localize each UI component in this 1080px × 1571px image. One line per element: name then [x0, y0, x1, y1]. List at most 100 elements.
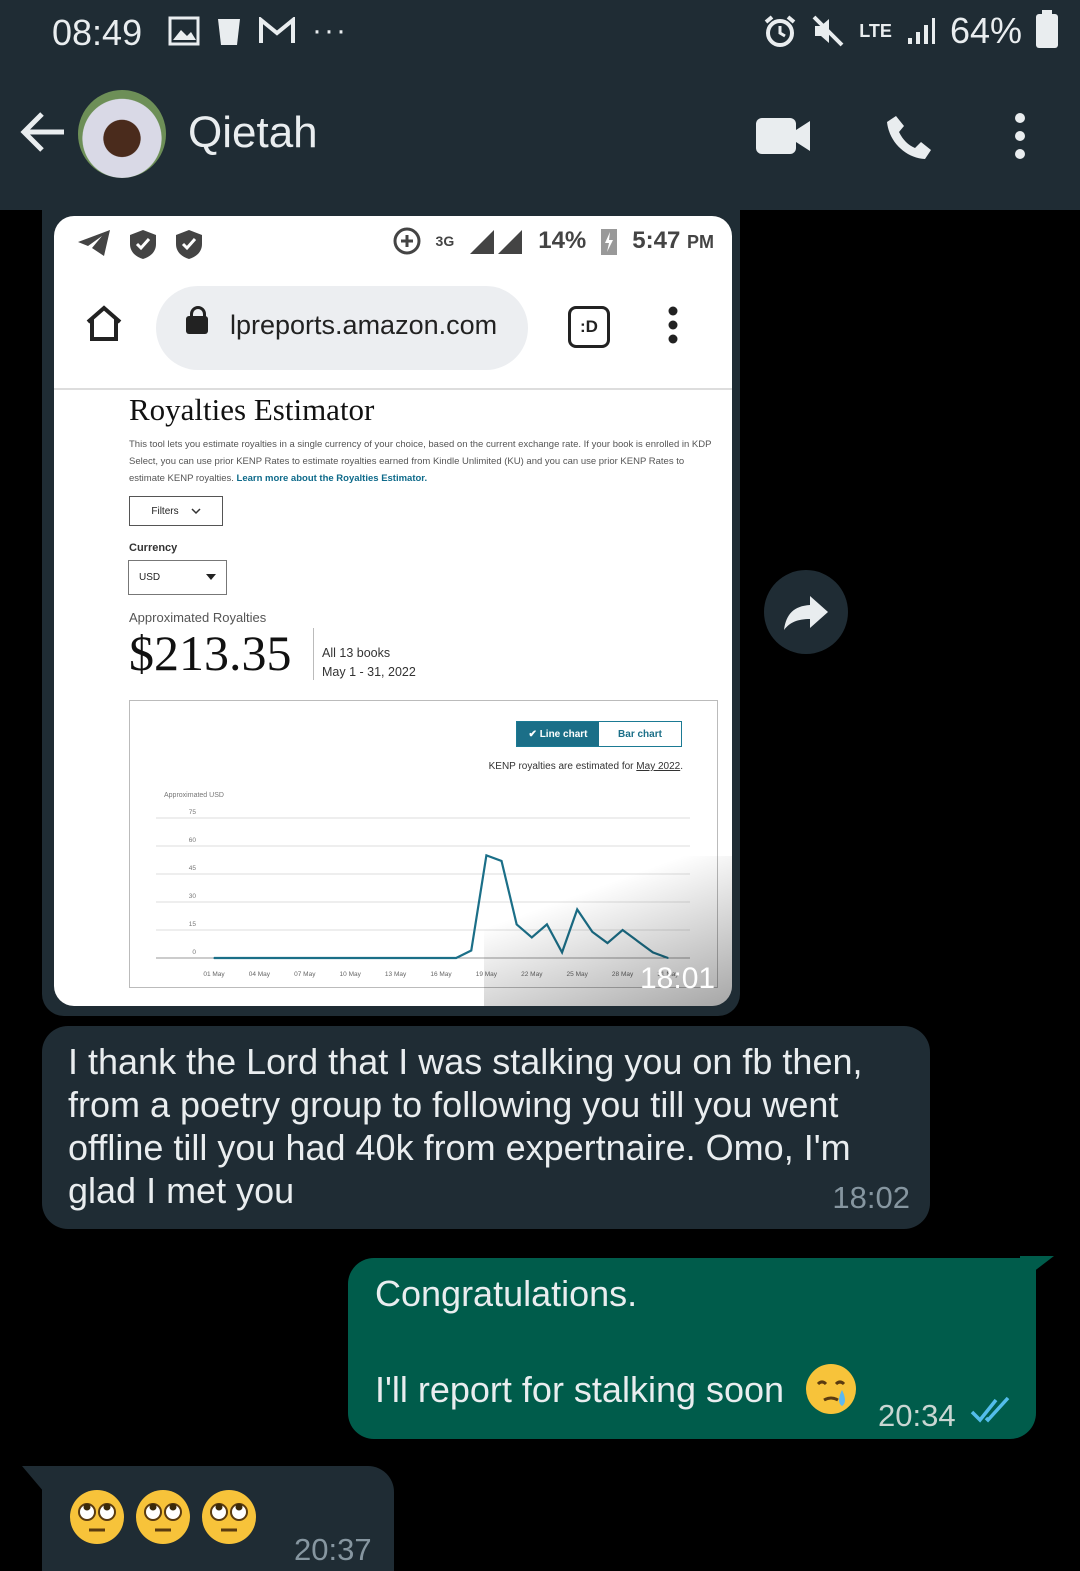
- lock-icon: [186, 306, 208, 334]
- bubble-tail: [22, 1466, 44, 1492]
- image-message-bubble[interactable]: 3G 14% 5:47 PM lpreports.amazon.com :D R…: [42, 206, 740, 1016]
- data-point: [440, 957, 442, 959]
- forward-icon: [784, 596, 828, 630]
- shared-screenshot[interactable]: 3G 14% 5:47 PM lpreports.amazon.com :D R…: [54, 216, 732, 1006]
- filters-button[interactable]: Filters: [129, 496, 223, 526]
- royalties-amount: $213.35: [129, 625, 292, 681]
- data-point: [228, 957, 230, 959]
- y-tick-label: 30: [189, 893, 197, 900]
- chevron-down-icon: [191, 507, 201, 514]
- dropdown-caret-icon: [206, 574, 216, 580]
- x-tick-label: 16 May: [430, 971, 452, 978]
- url-text: lpreports.amazon.com: [230, 310, 498, 340]
- message-text-line2: I'll report for stalking soon: [375, 1369, 785, 1410]
- status-notification-icons: ···: [168, 14, 348, 48]
- overflow-menu-icon[interactable]: [1010, 112, 1030, 160]
- browser-toolbar: lpreports.amazon.com :D: [54, 280, 732, 390]
- page-title: Royalties Estimator: [129, 392, 375, 427]
- outgoing-message[interactable]: Congratulations. I'll report for stalkin…: [348, 1258, 1036, 1439]
- x-tick-label: 01 May: [203, 971, 225, 978]
- currency-select[interactable]: USD: [128, 560, 227, 595]
- data-point: [349, 957, 351, 959]
- data-point: [455, 957, 457, 959]
- x-tick-label: 07 May: [294, 971, 316, 978]
- battery-icon: [1036, 10, 1058, 48]
- message-time: 18:02: [832, 1180, 910, 1215]
- screenshot-time: 5:47: [632, 227, 681, 254]
- browser-menu-icon[interactable]: [666, 306, 680, 344]
- data-point: [409, 957, 412, 959]
- app-header: 08:49 ··· LTE 64% Qietah: [0, 0, 1080, 210]
- message-text: I thank the Lord that I was stalking you…: [68, 1041, 863, 1211]
- forward-button[interactable]: [764, 570, 848, 654]
- signal-icon: [470, 230, 523, 254]
- home-icon[interactable]: [84, 304, 124, 342]
- status-time: 08:49: [52, 12, 143, 53]
- incoming-message[interactable]: I thank the Lord that I was stalking you…: [42, 1026, 930, 1229]
- eye-roll-emoji-icon: [70, 1490, 124, 1544]
- y-tick-label: 60: [189, 837, 197, 844]
- network-label: LTE: [859, 21, 892, 41]
- data-point: [364, 957, 367, 959]
- incoming-message[interactable]: 20:37: [42, 1466, 394, 1571]
- divider: [313, 628, 314, 680]
- data-point: [273, 957, 276, 959]
- data-point: [394, 957, 397, 959]
- y-tick-label: 15: [189, 921, 197, 928]
- read-receipt-icon: [970, 1396, 1010, 1423]
- screenshot-status-bar: 3G 14% 5:47 PM: [54, 216, 732, 276]
- approx-royalties-label: Approximated Royalties: [129, 610, 267, 625]
- screenshot-battery-percent: 14%: [538, 227, 587, 254]
- learn-more-link[interactable]: Learn more about the Royalties Estimator…: [237, 473, 428, 484]
- contact-name[interactable]: Qietah: [188, 108, 318, 158]
- data-point: [304, 957, 306, 959]
- gmail-icon: [259, 17, 295, 43]
- battery-percent: 64%: [949, 10, 1022, 51]
- books-summary: All 13 books May 1 - 31, 2022: [322, 646, 416, 679]
- mute-icon: [812, 15, 844, 47]
- y-tick-label: 45: [189, 865, 197, 872]
- data-point: [213, 957, 215, 959]
- data-point: [379, 957, 382, 959]
- image-message-time: 18:01: [640, 962, 716, 995]
- charging-battery-icon: [601, 229, 618, 255]
- screenshot-network: 3G: [435, 233, 455, 249]
- data-point: [319, 957, 321, 959]
- y-axis-label: Approximated USD: [164, 792, 224, 799]
- video-call-icon[interactable]: [756, 118, 812, 154]
- currency-label: Currency: [129, 542, 178, 554]
- data-point: [243, 957, 246, 959]
- signal-icon: [907, 18, 935, 44]
- contact-avatar[interactable]: [78, 90, 166, 178]
- crying-face-emoji-icon: [806, 1364, 856, 1414]
- message-time: 20:34: [878, 1398, 956, 1433]
- x-tick-label: 13 May: [385, 971, 407, 978]
- tab-switcher-icon[interactable]: :D: [568, 306, 610, 348]
- x-tick-label: 10 May: [340, 971, 362, 978]
- data-point: [258, 957, 261, 959]
- trash-icon: [218, 19, 240, 45]
- shield-icon: [176, 230, 202, 259]
- eye-roll-emoji-icon: [202, 1490, 256, 1544]
- x-tick-label: 04 May: [249, 971, 271, 978]
- gallery-icon: [168, 16, 200, 46]
- y-tick-label: 75: [189, 809, 197, 816]
- message-text-line1: Congratulations.: [375, 1273, 638, 1314]
- alarm-icon: [764, 15, 796, 47]
- more-notifications-icon: ···: [312, 14, 348, 47]
- shield-icon: [130, 230, 156, 259]
- data-point: [425, 957, 427, 959]
- data-point: [334, 957, 336, 959]
- screenshot-ampm: PM: [687, 232, 714, 252]
- eye-roll-emoji-icon: [136, 1490, 190, 1544]
- data-saver-icon: [393, 227, 421, 255]
- message-time: 20:37: [294, 1532, 372, 1567]
- status-system-icons: LTE 64%: [763, 10, 1058, 52]
- telegram-icon: [78, 230, 110, 256]
- data-point: [288, 957, 291, 959]
- y-tick-label: 0: [192, 949, 196, 956]
- back-arrow-icon[interactable]: [20, 110, 66, 154]
- address-bar[interactable]: lpreports.amazon.com: [156, 286, 528, 370]
- page-description: This tool lets you estimate royalties in…: [129, 439, 712, 484]
- voice-call-icon[interactable]: [884, 112, 934, 162]
